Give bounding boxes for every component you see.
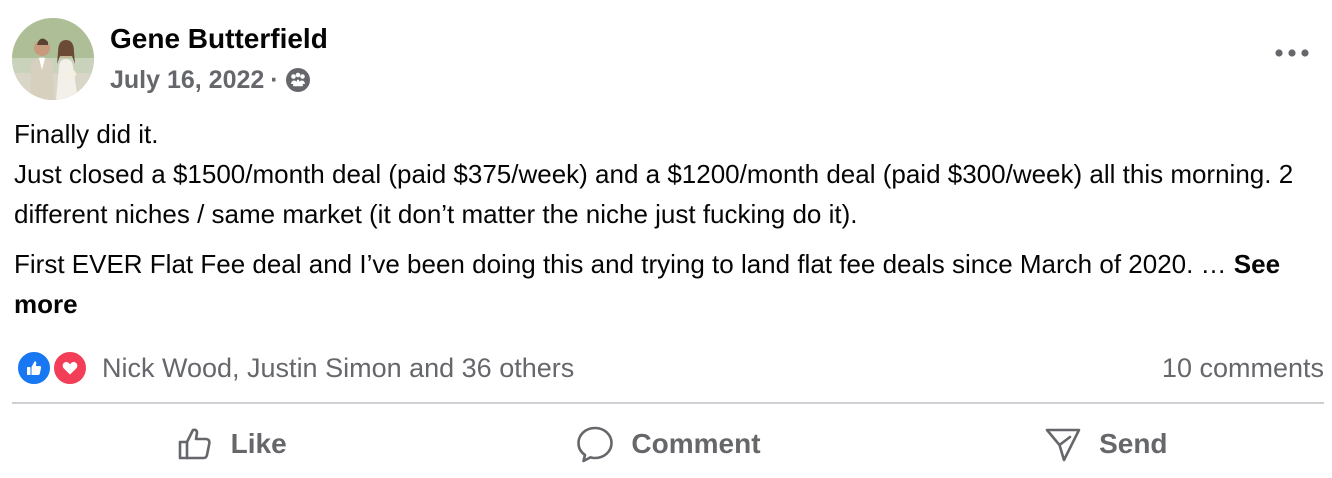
like-reaction-icon bbox=[16, 350, 52, 386]
reaction-names[interactable]: Nick Wood, Justin Simon and 36 others bbox=[102, 353, 574, 384]
send-label: Send bbox=[1099, 428, 1168, 459]
post-paragraph: Finally did it. bbox=[14, 119, 159, 149]
post-paragraph-text: First EVER Flat Fee deal and I’ve been d… bbox=[14, 249, 1234, 279]
thumbs-up-icon bbox=[178, 428, 211, 460]
more-options-button[interactable] bbox=[1272, 36, 1312, 70]
send-button[interactable]: Send bbox=[887, 414, 1324, 474]
post-paragraph: Just closed a $1500/month deal (paid $37… bbox=[14, 159, 1294, 229]
feed-post: Gene Butterfield July 16, 2022 · Finally… bbox=[0, 0, 1332, 478]
reactions-summary[interactable]: Nick Wood, Justin Simon and 36 others bbox=[16, 348, 574, 388]
post-date[interactable]: July 16, 2022 bbox=[110, 66, 264, 95]
send-icon bbox=[1045, 428, 1081, 462]
more-horizontal-icon bbox=[1275, 49, 1309, 57]
avatar-photo bbox=[12, 18, 94, 100]
reaction-icons bbox=[16, 348, 92, 388]
comment-label: Comment bbox=[631, 428, 761, 459]
meta-separator: · bbox=[270, 65, 279, 94]
like-label: Like bbox=[230, 428, 287, 459]
comment-bubble-icon bbox=[577, 426, 614, 463]
post-message: Finally did it. Just closed a $1500/mont… bbox=[14, 114, 1314, 324]
author-name[interactable]: Gene Butterfield bbox=[110, 22, 328, 56]
comment-button[interactable]: Comment bbox=[449, 414, 886, 474]
post-meta: July 16, 2022 · bbox=[110, 64, 311, 96]
post-paragraph-last: First EVER Flat Fee deal and I’ve been d… bbox=[14, 244, 1314, 324]
author-avatar[interactable] bbox=[12, 18, 94, 100]
love-reaction-icon bbox=[52, 350, 88, 386]
comments-count[interactable]: 10 comments bbox=[1162, 348, 1324, 388]
action-bar: Like Comment Send bbox=[12, 414, 1324, 474]
like-button[interactable]: Like bbox=[12, 414, 449, 474]
group-icon[interactable] bbox=[285, 67, 311, 93]
divider bbox=[12, 402, 1324, 404]
